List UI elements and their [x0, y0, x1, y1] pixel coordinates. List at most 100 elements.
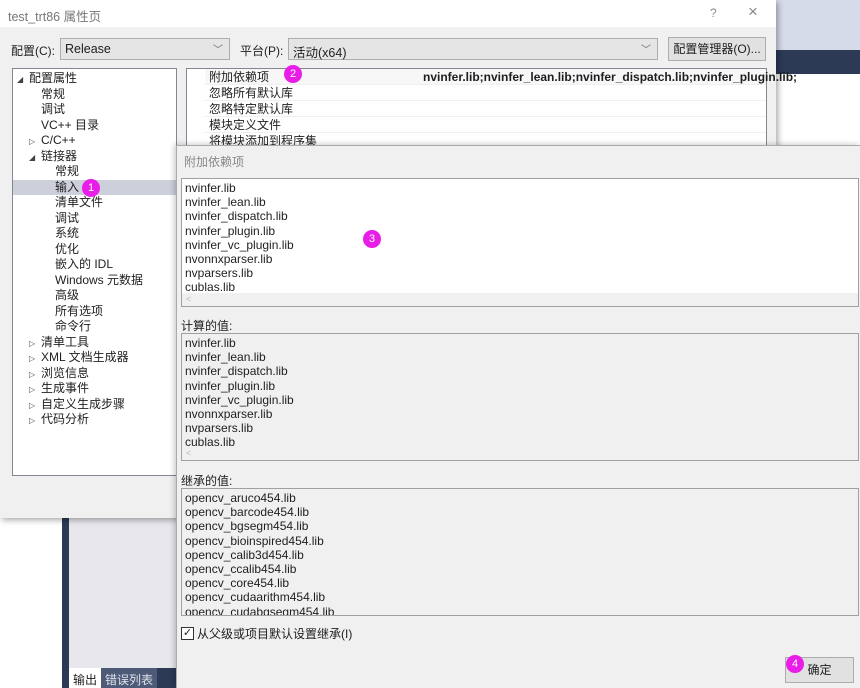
tree-item[interactable]: ▷ 自定义生成步骤 [13, 397, 125, 413]
tree-item-label: 常规 [55, 164, 80, 178]
tree-item-label: 代码分析 [41, 412, 90, 426]
list-item: nvinfer_plugin.lib [185, 378, 276, 393]
tree-item[interactable]: 所有选项 [13, 304, 103, 320]
list-item: nvinfer_dispatch.lib [185, 364, 288, 379]
vs-output-pane [69, 518, 176, 668]
list-item: opencv_ccalib454.lib [185, 561, 297, 576]
list-item: opencv_aruco454.lib [185, 491, 296, 505]
tree-item[interactable]: 常规 [13, 87, 65, 103]
property-row[interactable]: 模块定义文件 [205, 117, 766, 133]
checkbox-checked-icon: ✓ [181, 627, 194, 640]
step-badge-1: 1 [82, 179, 100, 197]
tree-item[interactable]: VC++ 目录 [13, 118, 99, 134]
tree-item-label: 链接器 [41, 148, 78, 163]
platform-value: 活动(x64) [293, 46, 347, 60]
tree-item[interactable]: 常规 [13, 164, 79, 180]
tree-item-label: 系统 [55, 226, 80, 240]
tree-item[interactable]: ▷ 浏览信息 [13, 366, 89, 382]
list-item: nvinfer_plugin.lib [185, 223, 276, 238]
tree-item[interactable]: 命令行 [13, 319, 91, 335]
chevron-down-icon: ﹀ [641, 45, 651, 56]
tree-item[interactable]: 调试 [13, 211, 79, 227]
list-item: nvinfer_vc_plugin.lib [185, 392, 294, 407]
tree-item[interactable]: ▷ 清单工具 [13, 335, 89, 351]
tree-item[interactable]: ▷ 代码分析 [13, 412, 89, 428]
close-button[interactable]: × [748, 2, 758, 22]
horizontal-scrollbar[interactable]: < [182, 293, 858, 306]
property-row[interactable]: 忽略特定默认库 [205, 101, 766, 117]
help-button[interactable]: ? [710, 6, 717, 20]
horizontal-scrollbar[interactable]: < [182, 447, 858, 460]
property-value: nvinfer.lib;nvinfer_lean.lib;nvinfer_dis… [423, 70, 798, 84]
tree-item[interactable]: 嵌入的 IDL [13, 257, 113, 273]
list-item: nvinfer_vc_plugin.lib [185, 237, 294, 252]
list-item: nvinfer_dispatch.lib [185, 209, 288, 224]
vs-background-side [62, 518, 69, 688]
config-select[interactable]: Release ﹀ [60, 38, 230, 60]
list-item: opencv_bgsegm454.lib [185, 519, 309, 534]
dependencies-textarea[interactable]: nvinfer.lib nvinfer_lean.lib nvinfer_dispa… [181, 178, 859, 307]
collapse-arrow-icon[interactable]: ◢ [17, 72, 29, 88]
list-item: nvonnxparser.lib [185, 251, 273, 266]
tree-item-label: VC++ 目录 [41, 117, 100, 132]
expand-arrow-icon[interactable]: ▷ [29, 413, 41, 429]
tree-item[interactable]: 系统 [13, 226, 79, 242]
step-badge-2: 2 [284, 65, 302, 83]
expand-arrow-icon[interactable]: ▷ [29, 398, 41, 414]
property-row[interactable]: 忽略所有默认库 [205, 85, 766, 101]
tree-item-label: C/C++ [41, 133, 76, 147]
list-item: nvinfer.lib [185, 336, 236, 350]
property-name: 忽略所有默认库 [209, 86, 294, 100]
platform-select[interactable]: 活动(x64) ﹀ [288, 38, 658, 60]
property-tree: ◢ 配置属性 常规 调试 VC++ 目录 ▷ C/C++ ◢ 链接器 常规 输入 清单文件 调试 系统 优化… [12, 68, 177, 476]
tree-item[interactable]: 调试 [13, 102, 65, 118]
collapse-arrow-icon[interactable]: ◢ [29, 150, 41, 166]
tree-item[interactable]: 清单文件 [13, 195, 103, 211]
expand-arrow-icon[interactable]: ▷ [29, 382, 41, 398]
additional-dependencies-dialog: 附加依赖项 nvinfer.lib nvinfer_lean.lib nvinfer… [176, 145, 860, 688]
config-label: 配置(C): [11, 44, 55, 58]
tree-item-label: 调试 [41, 102, 66, 116]
list-item: opencv_cudaarithm454.lib [185, 590, 326, 605]
vs-background-top [776, 0, 860, 50]
expand-arrow-icon[interactable]: ▷ [29, 351, 41, 367]
property-name: 附加依赖项 [209, 70, 270, 84]
list-item: nvonnxparser.lib [185, 406, 273, 421]
tab-output[interactable]: 输出 [69, 668, 102, 688]
inherited-label: 继承的值: [181, 474, 233, 488]
tree-item-label: 高级 [55, 288, 80, 302]
property-grid: 附加依赖项 nvinfer.lib;nvinfer_lean.lib;nvinfe… [186, 68, 797, 149]
tree-item[interactable]: Windows 元数据 [13, 273, 143, 289]
editor-title: 附加依赖项 [184, 155, 245, 169]
tree-item[interactable]: ▷ XML 文档生成器 [13, 350, 129, 366]
expand-arrow-icon[interactable]: ▷ [29, 367, 41, 383]
tab-error-list[interactable]: 错误列表 [101, 668, 158, 688]
tree-item-label: 所有选项 [55, 303, 104, 318]
list-item: nvinfer_lean.lib [185, 195, 266, 210]
tree-item[interactable]: ▷ 生成事件 [13, 381, 89, 397]
tree-item-label: 浏览信息 [41, 365, 90, 380]
tree-item-label: 调试 [55, 210, 80, 225]
config-manager-button[interactable]: 配置管理器(O)... [668, 37, 766, 61]
tree-item-label: 清单工具 [41, 334, 90, 349]
vs-bottom-tabs: 输出 错误列表 [69, 668, 176, 688]
inherit-checkbox[interactable]: ✓ 从父级或项目默认设置继承(I) [181, 625, 352, 642]
property-name: 忽略特定默认库 [209, 102, 294, 116]
expand-arrow-icon[interactable]: ▷ [29, 134, 41, 150]
tree-item-label: 嵌入的 IDL [55, 257, 114, 271]
tree-item[interactable]: 高级 [13, 288, 79, 304]
list-item: opencv_calib3d454.lib [185, 547, 304, 562]
list-item: nvinfer_lean.lib [185, 350, 266, 365]
expand-arrow-icon[interactable]: ▷ [29, 336, 41, 352]
computed-values-list: nvinfer.lib nvinfer_lean.lib nvinfer_dispa… [181, 333, 859, 461]
list-item: nvinfer.lib [185, 181, 236, 195]
tree-item-label: 常规 [41, 86, 66, 101]
tree-item[interactable]: ◢ 链接器 [13, 149, 77, 165]
tree-item[interactable]: ▷ C/C++ [13, 133, 76, 149]
tree-item-label: 命令行 [55, 319, 92, 333]
tree-item[interactable]: ◢ 配置属性 [13, 71, 77, 87]
tree-item[interactable]: 优化 [13, 242, 79, 258]
list-item: nvparsers.lib [185, 421, 254, 436]
step-badge-3: 3 [363, 230, 381, 248]
property-name: 模块定义文件 [209, 118, 282, 132]
